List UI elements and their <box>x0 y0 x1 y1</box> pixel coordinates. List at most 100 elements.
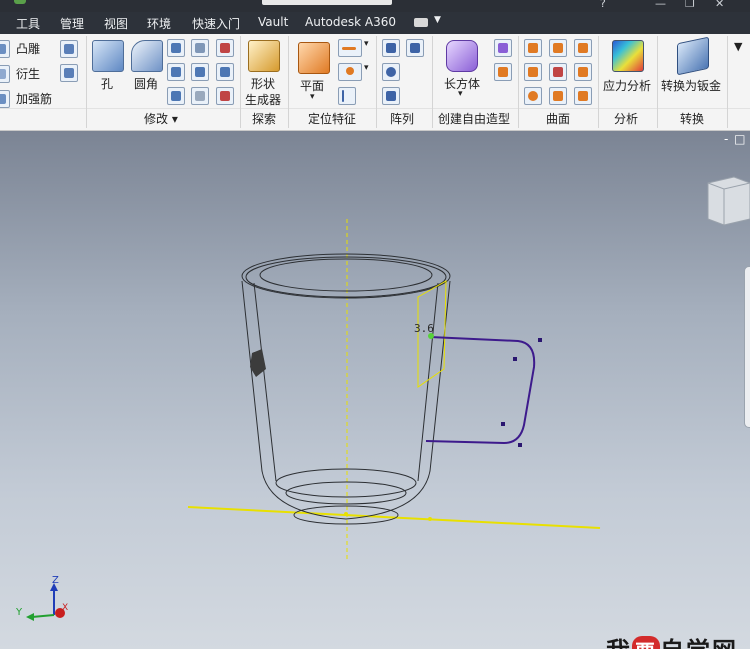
emboss-icon[interactable] <box>0 40 10 58</box>
sketch-point[interactable] <box>344 512 348 516</box>
patch-icon[interactable] <box>524 63 542 81</box>
fillet-button[interactable]: 圆角 <box>134 75 158 92</box>
axis-y-label: Y <box>16 607 23 618</box>
sketch-point[interactable] <box>513 357 517 361</box>
delete-face-icon[interactable] <box>216 87 234 105</box>
mirror-icon[interactable] <box>406 39 424 57</box>
hole-button[interactable]: 孔 <box>101 75 113 92</box>
panel-separator <box>376 36 377 128</box>
tab-manage[interactable]: 管理 <box>60 15 84 32</box>
minimize-icon[interactable]: — <box>655 0 666 10</box>
chevron-down-icon[interactable]: ▾ <box>364 39 369 49</box>
panel-separator <box>657 36 658 128</box>
repair-bodies-icon[interactable] <box>574 87 592 105</box>
rectangular-pattern-icon[interactable] <box>382 39 400 57</box>
replace-face-icon[interactable] <box>549 87 567 105</box>
circular-pattern-icon[interactable] <box>382 63 400 81</box>
copy-object-icon[interactable] <box>60 40 78 58</box>
chevron-down-icon[interactable]: ▼ <box>434 15 441 25</box>
tab-environments[interactable]: 环境 <box>147 15 171 32</box>
plane-dropdown-icon[interactable]: ▾ <box>310 92 315 102</box>
trim-icon[interactable] <box>549 63 567 81</box>
extend-icon[interactable] <box>574 63 592 81</box>
draft-icon[interactable] <box>167 87 185 105</box>
hole-icon[interactable] <box>92 40 124 72</box>
sketch-driven-pattern-icon[interactable] <box>382 87 400 105</box>
shape-generator-line1[interactable]: 形状 <box>251 75 275 92</box>
close-icon[interactable]: ✕ <box>715 0 724 10</box>
import-icon[interactable] <box>60 64 78 82</box>
axis-z-label: Z <box>52 575 59 586</box>
tab-autodesk-a360[interactable]: Autodesk A360 <box>305 15 396 29</box>
ucs-icon[interactable] <box>338 87 356 105</box>
panel-separator <box>288 36 289 128</box>
panel-title-surface: 曲面 <box>546 112 571 126</box>
ribbon-options-icon[interactable]: ▼ <box>734 40 742 53</box>
shell-icon[interactable] <box>167 63 185 81</box>
sculpt-icon[interactable] <box>574 39 592 57</box>
move-face-icon[interactable] <box>216 63 234 81</box>
tab-view[interactable]: 视图 <box>104 15 128 32</box>
coordinate-triad-icon <box>26 583 65 621</box>
convert-to-freeform-icon[interactable] <box>494 63 512 81</box>
box-freeform-icon[interactable] <box>446 40 478 72</box>
sketch-point[interactable] <box>501 422 505 426</box>
ribbon-tab-bar: 工具 管理 视图 环境 快速入门 Vault Autodesk A360 ▼ <box>0 12 750 34</box>
rib-button[interactable]: 加强筋 <box>16 90 52 107</box>
watermark: 我要自学网 <box>606 631 738 649</box>
rib-icon[interactable] <box>0 90 10 108</box>
panel-title-modify[interactable]: 修改 ▾ <box>144 110 178 127</box>
navigation-bar[interactable] <box>744 266 750 428</box>
panel-separator <box>727 36 728 128</box>
panel-separator <box>432 36 433 128</box>
model-canvas <box>26 176 750 621</box>
app-logo-icon <box>14 0 26 4</box>
help-icon[interactable]: ? <box>600 0 606 10</box>
panel-title-analysis: 分析 <box>614 112 639 126</box>
thread-icon[interactable] <box>191 39 209 57</box>
dimension-label[interactable]: 3.6 <box>414 322 434 335</box>
boundary-patch-icon[interactable] <box>524 87 542 105</box>
tab-get-started[interactable]: 快速入门 <box>192 15 240 32</box>
graphics-viewport[interactable]: - □ Z Y X 3.6 <box>0 131 750 649</box>
axis-x-label: X <box>62 603 69 613</box>
panel-separator <box>518 36 519 128</box>
convert-to-sheet-metal-icon[interactable] <box>677 36 709 76</box>
sketch-point[interactable] <box>538 338 542 342</box>
panel-title-divider <box>0 108 750 109</box>
plane-icon[interactable] <box>298 42 330 74</box>
emboss-button[interactable]: 凸雕 <box>16 40 40 57</box>
fillet-icon[interactable] <box>131 40 163 72</box>
derive-icon[interactable] <box>0 65 10 83</box>
shape-generator-icon[interactable] <box>248 40 280 72</box>
quick-access-icon[interactable] <box>414 18 428 27</box>
derive-button[interactable]: 衍生 <box>16 65 40 82</box>
tab-vault[interactable]: Vault <box>258 15 288 29</box>
ribbon: 凸雕 衍生 加强筋 孔 圆角 修改 ▾ 形状 生成器 探索 平面 ▾ ▾ ▾ 定… <box>0 34 750 131</box>
combine-icon[interactable] <box>191 63 209 81</box>
stitch-icon[interactable] <box>549 39 567 57</box>
chevron-down-icon[interactable]: ▾ <box>364 63 369 73</box>
thicken-offset-icon[interactable] <box>524 39 542 57</box>
panel-title-explore: 探索 <box>252 112 277 126</box>
sketch-point[interactable] <box>428 517 432 521</box>
shape-generator-line2[interactable]: 生成器 <box>245 91 281 108</box>
axis-icon[interactable] <box>338 39 362 57</box>
viewcube-icon[interactable] <box>707 176 750 226</box>
box-dropdown-icon[interactable]: ▾ <box>458 89 463 99</box>
point-icon[interactable] <box>338 63 362 81</box>
thicken-icon[interactable] <box>191 87 209 105</box>
restore-icon[interactable]: ❐ <box>685 0 695 10</box>
convert-to-sheet-metal-button[interactable]: 转换为钣金 <box>661 77 721 94</box>
tab-tools[interactable]: 工具 <box>16 15 40 32</box>
split-icon[interactable] <box>216 39 234 57</box>
sketch-baseline <box>187 506 601 529</box>
sketch-point[interactable] <box>518 443 522 447</box>
document-title <box>262 0 392 5</box>
chamfer-icon[interactable] <box>167 39 185 57</box>
edit-form-icon[interactable] <box>494 39 512 57</box>
panel-title-freeform: 创建自由造型 <box>438 112 511 126</box>
panel-title-convert: 转换 <box>680 112 705 126</box>
stress-analysis-button[interactable]: 应力分析 <box>603 77 651 94</box>
stress-analysis-icon[interactable] <box>612 40 644 72</box>
